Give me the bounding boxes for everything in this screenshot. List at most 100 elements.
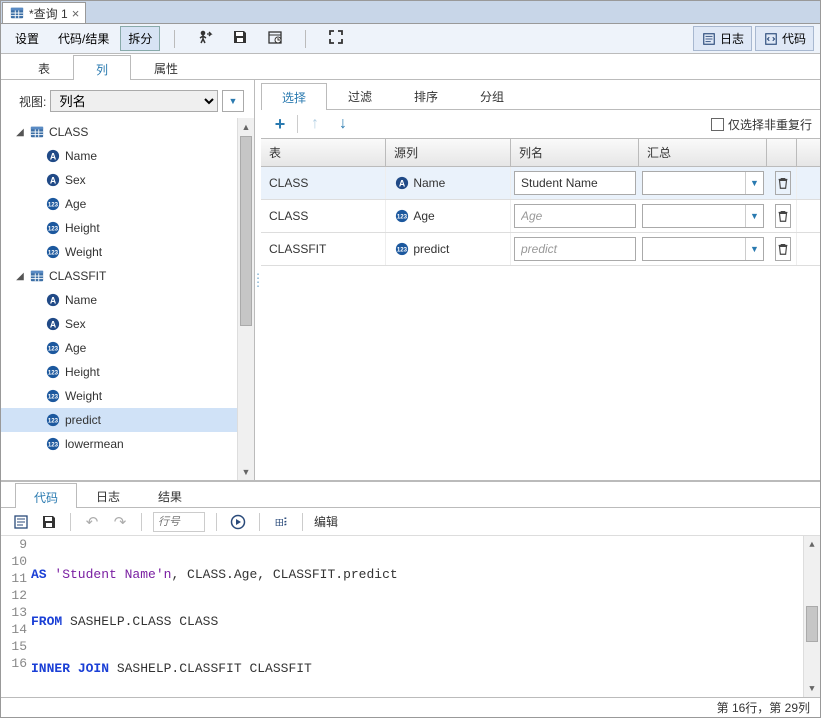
codetab-result[interactable]: 结果 [139,482,201,507]
num-icon [45,196,61,212]
view-select[interactable]: 列名 [50,90,218,112]
columns-grid: 表 源列 列名 汇总 CLASS Name▼CLASS Age▼CLASSFIT… [261,138,820,266]
view-label: 视图: [19,93,46,110]
save-button[interactable] [224,25,256,52]
grid-row[interactable]: CLASS Age▼ [261,200,820,233]
tree-col-age2[interactable]: Age [1,336,237,360]
fullscreen-button[interactable] [320,25,352,52]
code-icon [763,31,779,47]
goto-line-input[interactable] [153,512,205,532]
run-code-button[interactable] [228,512,248,532]
scroll-up-icon[interactable]: ▲ [804,536,820,553]
cell-table: CLASS [261,167,386,199]
column-name-input[interactable] [514,204,636,228]
table-icon [29,268,45,284]
column-name-input[interactable] [514,171,636,195]
add-column-button[interactable]: + [269,113,291,135]
cell-table: CLASSFIT [261,233,386,265]
num-icon [45,244,61,260]
scroll-up-icon[interactable]: ▲ [238,118,254,135]
tree-col-height2[interactable]: Height [1,360,237,384]
tree-col-name[interactable]: Name [1,144,237,168]
summary-select[interactable]: ▼ [642,237,764,261]
save-icon [232,29,248,45]
grid-header-table[interactable]: 表 [261,139,386,166]
code-result-button[interactable]: 代码/结果 [50,26,117,51]
scroll-thumb[interactable] [806,606,818,642]
tree-col-weight[interactable]: Weight [1,240,237,264]
column-name-input[interactable] [514,237,636,261]
cursor-position: 第 16行，第 29列 [717,699,810,716]
grid-header-source[interactable]: 源列 [386,139,511,166]
code-toolbar: ↶ ↷ ⊞፧ 编辑 [1,508,820,536]
table-icon [29,124,45,140]
split-button[interactable]: 拆分 [120,26,160,51]
tree-col-lowermean[interactable]: lowermean [1,432,237,456]
tree-col-sex2[interactable]: Sex [1,312,237,336]
tree-col-weight2[interactable]: Weight [1,384,237,408]
tab-tables[interactable]: 表 [15,54,73,79]
scroll-down-icon[interactable]: ▼ [238,463,254,480]
move-down-button[interactable]: ↓ [332,113,354,135]
subtab-filter[interactable]: 过滤 [327,82,393,109]
view-options-button[interactable]: ▼ [222,90,244,112]
chevron-down-icon: ▼ [229,96,238,106]
delete-row-button[interactable] [775,204,791,228]
save-code-button[interactable] [39,512,59,532]
num-icon [394,241,410,257]
open-button[interactable] [11,512,31,532]
schedule-button[interactable] [259,25,291,52]
delete-row-button[interactable] [775,237,791,261]
close-icon[interactable]: × [72,6,80,21]
code-content: AS 'Student Name'n, CLASS.Age, CLASSFIT.… [31,536,803,697]
distinct-checkbox[interactable]: 仅选择非重复行 [711,116,812,133]
status-bar: 第 16行，第 29列 [1,697,820,717]
tree-scrollbar[interactable]: ▲ ▼ [237,118,254,480]
format-button[interactable]: ⊞፧ [271,512,291,532]
tree-col-name2[interactable]: Name [1,288,237,312]
distinct-label: 仅选择非重复行 [728,116,812,133]
num-icon [45,220,61,236]
grid-header-summary[interactable]: 汇总 [639,139,767,166]
tree-col-age[interactable]: Age [1,192,237,216]
edit-label[interactable]: 编辑 [314,513,338,530]
scroll-thumb[interactable] [240,136,252,326]
summary-select[interactable]: ▼ [642,171,764,195]
window-tab-query1[interactable]: *查询 1 × [2,2,86,23]
query-icon [9,5,25,21]
log-button[interactable]: 日志 [693,26,752,51]
column-tree[interactable]: ◢CLASS Name Sex Age Height Weight ◢CLASS… [1,118,237,480]
selection-panel: 选择 过滤 排序 分组 + ↑ ↓ 仅选择非重复行 表 源列 列名 汇总 C [261,80,820,480]
run-button[interactable] [189,25,221,52]
sub-tab-bar: 选择 过滤 排序 分组 [261,82,820,110]
tree-node-class[interactable]: ◢CLASS [1,120,237,144]
code-scrollbar[interactable]: ▲ ▼ [803,536,820,697]
subtab-group[interactable]: 分组 [459,82,525,109]
tree-node-classfit[interactable]: ◢CLASSFIT [1,264,237,288]
tab-columns[interactable]: 列 [73,55,131,80]
redo-button: ↷ [110,512,130,532]
codetab-log[interactable]: 日志 [77,482,139,507]
tree-col-height[interactable]: Height [1,216,237,240]
char-icon [394,175,410,191]
codetab-code[interactable]: 代码 [15,483,77,508]
code-button[interactable]: 代码 [755,26,814,51]
grid-header-name[interactable]: 列名 [511,139,639,166]
delete-row-button[interactable] [775,171,791,195]
tree-col-predict[interactable]: predict [1,408,237,432]
tab-properties[interactable]: 属性 [131,54,201,79]
cell-source: Age [386,200,511,232]
num-icon [45,388,61,404]
settings-button[interactable]: 设置 [7,26,47,51]
tree-col-sex[interactable]: Sex [1,168,237,192]
grid-row[interactable]: CLASS Name▼ [261,167,820,200]
chevron-down-icon: ▼ [745,238,763,260]
summary-select[interactable]: ▼ [642,204,764,228]
main-toolbar: 设置 代码/结果 拆分 日志 代码 [1,24,820,54]
code-editor[interactable]: 9101112 13141516 AS 'Student Name'n, CLA… [1,536,820,697]
subtab-sort[interactable]: 排序 [393,82,459,109]
grid-row[interactable]: CLASSFIT predict▼ [261,233,820,266]
subtab-select[interactable]: 选择 [261,83,327,110]
num-icon [45,340,61,356]
scroll-down-icon[interactable]: ▼ [804,680,820,697]
